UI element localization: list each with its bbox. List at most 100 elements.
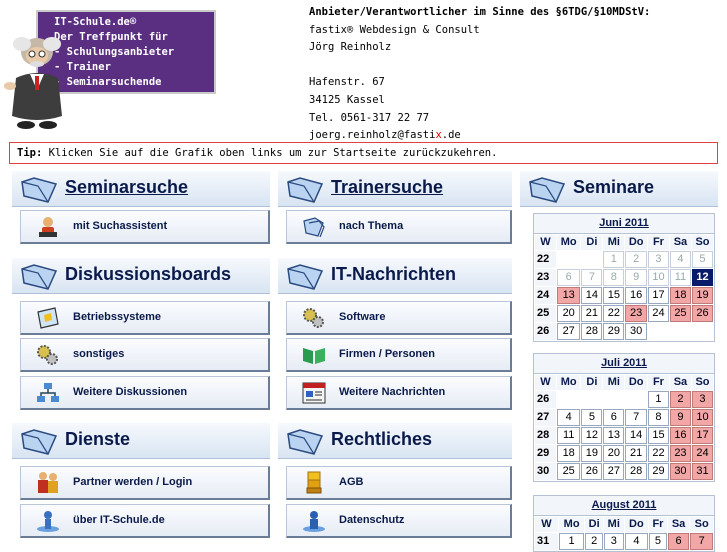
calendar-day[interactable]: 6 <box>603 409 625 426</box>
logo-line: - Trainer <box>54 61 111 73</box>
calendar-day[interactable]: 3 <box>603 533 624 550</box>
imprint-person: Jörg Reinholz <box>309 41 392 54</box>
imprint: Anbieter/Verantwortlicher im Sinne des §… <box>309 4 650 145</box>
calendar-day[interactable]: 12 <box>691 269 713 286</box>
calendar-day[interactable]: 11 <box>556 427 581 444</box>
calendar-day[interactable]: 23 <box>669 445 691 462</box>
calendar-empty-cell <box>557 391 580 408</box>
calendar-weekday-header: Mi <box>603 375 625 390</box>
calendar-day[interactable]: 20 <box>603 445 625 462</box>
calendar-day[interactable]: 29 <box>603 323 625 340</box>
calendar-day[interactable]: 6 <box>667 533 690 550</box>
calendar-day[interactable]: 16 <box>625 287 647 304</box>
calendar-day[interactable]: 18 <box>556 445 581 462</box>
calendar-week-number: 28 <box>535 427 556 444</box>
calendar-day[interactable]: 23 <box>625 305 647 322</box>
section-header-itnachrichten: IT-Nachrichten <box>278 258 512 294</box>
calendar-month-title[interactable]: Juni 2011 <box>534 214 714 234</box>
calendar-day[interactable]: 10 <box>691 409 713 426</box>
calendar-day[interactable]: 9 <box>669 409 691 426</box>
folder-icon <box>287 177 324 203</box>
calendar-day[interactable]: 15 <box>647 427 669 444</box>
section-header-seminarsuche[interactable]: Seminarsuche <box>12 171 270 207</box>
calendar-day[interactable]: 27 <box>603 463 625 480</box>
calendar-day[interactable]: 28 <box>625 463 647 480</box>
menu-button-suchassistent[interactable]: mit Suchassistent <box>20 210 270 244</box>
menu-button-partner-login[interactable]: Partner werden / Login <box>20 466 270 500</box>
calendar-day[interactable]: 21 <box>581 305 603 322</box>
calendar-day[interactable]: 26 <box>581 463 603 480</box>
calendar-weekday-header: Di <box>585 517 603 532</box>
calendar-day[interactable]: 3 <box>691 391 713 408</box>
calendar-day[interactable]: 14 <box>625 427 647 444</box>
calendar-day[interactable]: 22 <box>603 305 625 322</box>
calendar-weekday-header: Fr <box>647 235 669 250</box>
menu-button-weitere-nachrichten[interactable]: Weitere Nachrichten <box>286 376 512 410</box>
calendar-month: Juni 2011 W Mo Di Mi Do Fr Sa So 22 1 2 3 4 5 23 6 7 8 9 10 1… <box>533 213 715 342</box>
calendar-day[interactable]: 16 <box>669 427 691 444</box>
calendar-day[interactable]: 14 <box>581 287 603 304</box>
professor-mascot-icon[interactable] <box>2 30 72 130</box>
calendar-day[interactable]: 5 <box>581 409 603 426</box>
calendar-day[interactable]: 20 <box>556 305 581 322</box>
calendar-day[interactable]: 31 <box>691 463 713 480</box>
book-icon <box>303 348 325 364</box>
section-title: Rechtliches <box>331 429 433 449</box>
menu-button-nach-thema[interactable]: nach Thema <box>286 210 512 244</box>
calendar-day[interactable]: 7 <box>690 533 713 550</box>
section-header-trainersuche[interactable]: Trainersuche <box>278 171 512 207</box>
menu-button-firmen-personen[interactable]: Firmen / Personen <box>286 338 512 372</box>
menu-button-agb[interactable]: AGB <box>286 466 512 500</box>
calendar-day[interactable]: 25 <box>669 305 691 322</box>
calendar-day[interactable]: 5 <box>649 533 667 550</box>
calendar-day[interactable]: 2 <box>669 391 691 408</box>
calendar-day[interactable]: 22 <box>647 445 669 462</box>
imprint-company: fastix® Webdesign & Consult <box>309 23 480 36</box>
calendar-day[interactable]: 7 <box>625 409 647 426</box>
calendar-day[interactable]: 18 <box>669 287 691 304</box>
menu-button-label: Firmen / Personen <box>339 348 435 360</box>
calendar-day[interactable]: 19 <box>691 287 713 304</box>
calendar-day[interactable]: 2 <box>585 533 603 550</box>
calendar-day[interactable]: 17 <box>691 427 713 444</box>
calendar-week-number: 26 <box>535 391 556 408</box>
folders-icon <box>303 217 325 238</box>
calendar-weekday-header: Do <box>625 375 647 390</box>
calendar-day[interactable]: 19 <box>581 445 603 462</box>
calendar-day[interactable]: 17 <box>647 287 669 304</box>
calendar-day[interactable]: 4 <box>556 409 581 426</box>
calendar-day[interactable]: 13 <box>556 287 581 304</box>
calendar-day[interactable]: 13 <box>603 427 625 444</box>
calendar-day[interactable]: 24 <box>691 445 713 462</box>
calendar-weekday-header: Di <box>581 375 603 390</box>
calendar-day[interactable]: 24 <box>647 305 669 322</box>
calendar-day[interactable]: 30 <box>625 323 647 340</box>
email-part: joerg.reinholz@fasti <box>309 129 436 142</box>
calendar-day[interactable]: 1 <box>558 533 585 550</box>
calendar-month-title[interactable]: August 2011 <box>534 496 714 516</box>
calendar-day[interactable]: 21 <box>625 445 647 462</box>
calendar-day[interactable]: 28 <box>581 323 603 340</box>
menu-button-software[interactable]: Software <box>286 301 512 335</box>
menu-button-betriebssysteme[interactable]: Betriebssysteme <box>20 301 270 335</box>
calendar-day[interactable]: 27 <box>556 323 581 340</box>
calendar-day[interactable]: 15 <box>603 287 625 304</box>
calendar-month-title[interactable]: Juli 2011 <box>534 354 714 374</box>
calendar-weekday-header: Mo <box>558 517 585 532</box>
calendar-day[interactable]: 1 <box>647 391 669 408</box>
section-title[interactable]: Seminarsuche <box>65 177 188 198</box>
menu-button-sonstiges[interactable]: sonstiges <box>20 338 270 372</box>
imprint-city: 34125 Kassel <box>309 93 385 106</box>
calendar-empty-cell <box>625 391 647 408</box>
section-title[interactable]: Trainersuche <box>331 177 443 198</box>
menu-button-datenschutz[interactable]: Datenschutz <box>286 504 512 538</box>
calendar-day[interactable]: 25 <box>556 463 581 480</box>
calendar-day[interactable]: 8 <box>647 409 669 426</box>
calendar-day[interactable]: 30 <box>669 463 691 480</box>
calendar-day[interactable]: 4 <box>624 533 649 550</box>
menu-button-weitere-diskussionen[interactable]: Weitere Diskussionen <box>20 376 270 410</box>
calendar-day[interactable]: 26 <box>691 305 713 322</box>
menu-button-ueber[interactable]: über IT-Schule.de <box>20 504 270 538</box>
calendar-day[interactable]: 12 <box>581 427 603 444</box>
calendar-day[interactable]: 29 <box>647 463 669 480</box>
